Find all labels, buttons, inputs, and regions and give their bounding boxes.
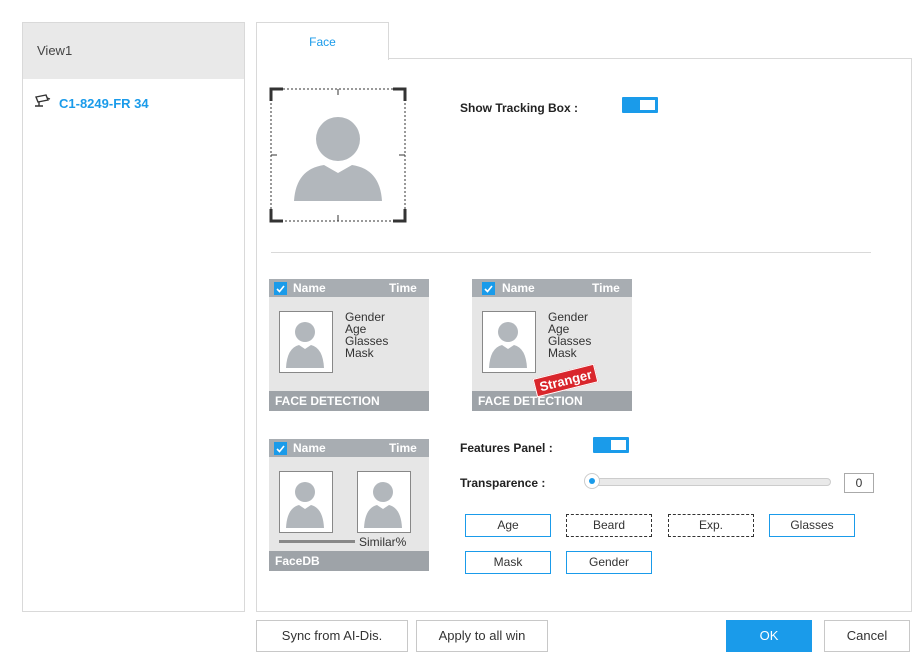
card-name-label: Name [293,441,326,455]
card-time-label: Time [592,281,620,295]
face-detection-card[interactable]: Name Time Gender Age Glasses Mask FACE D… [269,279,429,411]
feature-exp-button[interactable]: Exp. [668,514,754,537]
camera-label: C1-8249-FR 34 [59,95,149,111]
checkbox-icon[interactable] [274,442,287,455]
capture-thumbnail [279,471,333,533]
checkbox-icon[interactable] [482,282,495,295]
tab-face[interactable]: Face [256,22,389,60]
ok-button[interactable]: OK [726,620,812,652]
features-panel-label: Features Panel : [460,441,553,455]
card-footer: FaceDB [269,551,429,571]
card-name-label: Name [293,281,326,295]
attr-mask: Mask [548,346,577,360]
feature-age-button[interactable]: Age [465,514,551,537]
face-settings-panel: Show Tracking Box : Name Time Gender Age… [256,58,912,612]
database-thumbnail [357,471,411,533]
transparence-slider-handle[interactable] [584,473,600,489]
channel-list-panel: View1 C1-8249-FR 34 [22,22,245,612]
tab-face-label: Face [309,35,336,49]
transparence-slider-track[interactable] [587,478,831,486]
card-header: Name Time [472,279,632,297]
view-header[interactable]: View1 [23,23,244,79]
features-panel-toggle[interactable] [593,437,629,453]
feature-gender-button[interactable]: Gender [566,551,652,574]
similarity-bar [279,540,355,543]
apply-to-all-button[interactable]: Apply to all win [416,620,548,652]
cancel-button[interactable]: Cancel [824,620,910,652]
transparence-label: Transparence : [460,476,546,490]
feature-mask-button[interactable]: Mask [465,551,551,574]
card-time-label: Time [389,281,417,295]
card-time-label: Time [389,441,417,455]
show-tracking-label: Show Tracking Box : [460,101,579,115]
camera-icon [33,93,51,113]
facedb-card[interactable]: Name Time Similar% FaceDB [269,439,429,571]
divider [271,252,871,253]
sync-from-ai-button[interactable]: Sync from AI-Dis. [256,620,408,652]
card-footer: FACE DETECTION [269,391,429,411]
card-header: Name Time [269,439,429,457]
card-footer: FACE DETECTION [472,391,632,411]
camera-list-item[interactable]: C1-8249-FR 34 [33,93,149,113]
face-thumbnail [279,311,333,373]
card-header: Name Time [269,279,429,297]
similar-label: Similar% [359,535,407,549]
show-tracking-toggle[interactable] [622,97,658,113]
feature-beard-button[interactable]: Beard [566,514,652,537]
transparence-value-input[interactable]: 0 [844,473,874,493]
face-thumbnail [482,311,536,373]
tracking-box-preview [269,87,407,223]
feature-glasses-button[interactable]: Glasses [769,514,855,537]
view-title: View1 [37,43,73,58]
card-name-label: Name [502,281,535,295]
stranger-detection-card[interactable]: Name Time Gender Age Glasses Mask FACE D… [472,279,632,411]
attr-mask: Mask [345,346,374,360]
checkbox-icon[interactable] [274,282,287,295]
